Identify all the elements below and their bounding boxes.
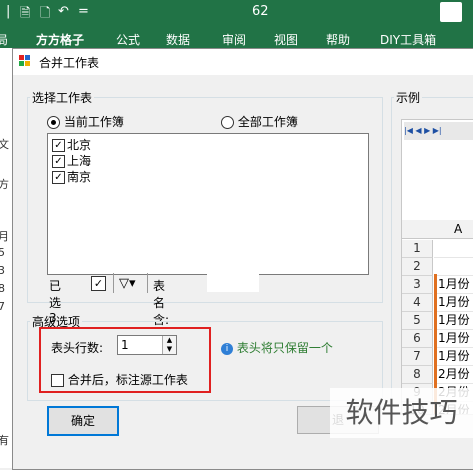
sheet-name: 上海: [67, 154, 92, 168]
mark-source-checkbox[interactable]: 合并后，标注源工作表: [51, 371, 188, 388]
sheet-fragment: 文: [0, 138, 9, 151]
current-workbook-radio[interactable]: 当前工作簿: [47, 113, 124, 130]
row-header: 8: [402, 366, 433, 384]
ok-button[interactable]: 确定: [47, 406, 119, 436]
example-sheet: |◀ ◀ ▶ ▶| A 1231月份41月份51月份61月份71月份82月份92…: [401, 119, 473, 415]
app-icon: [19, 55, 30, 66]
sheet-fragment: 3: [0, 264, 5, 277]
ribbon-tab[interactable]: 帮助: [326, 31, 350, 48]
ribbon-tab[interactable]: 局: [0, 31, 8, 48]
hint-text: 表头将只保留一个: [236, 341, 333, 355]
checkbox-checked-icon[interactable]: ✓: [52, 139, 65, 152]
menu-icon[interactable]: |: [6, 4, 10, 19]
sheet-cell: 1月份: [434, 294, 473, 312]
toolbar-divider: [147, 273, 148, 293]
stepper-down-icon[interactable]: ▼: [162, 345, 176, 354]
sheet-cell: 1月份: [434, 312, 473, 330]
radio-selected-icon: [47, 116, 60, 129]
all-workbooks-radio[interactable]: 全部工作簿: [221, 113, 298, 130]
sheet-name-filter-input[interactable]: [207, 274, 259, 292]
ribbon-tab[interactable]: DIY工具箱: [380, 31, 436, 48]
sheet-cell: [434, 240, 473, 258]
sheet-name: 北京: [67, 138, 92, 152]
window-title: 62: [252, 4, 269, 19]
row-header: 5: [402, 312, 433, 330]
dialog-title-bar: 合并工作表: [13, 49, 473, 75]
sheet-cell: [434, 258, 473, 276]
current-workbook-label: 当前工作簿: [63, 115, 124, 129]
header-rows-label: 表头行数:: [51, 341, 104, 355]
toolbar-divider: [113, 273, 114, 293]
sheet-list-item[interactable]: ✓ 北京: [52, 136, 91, 152]
sheet-fragment: 5: [0, 246, 5, 259]
sheet-cell: 1月份: [434, 348, 473, 366]
quick-access-dropdown-icon[interactable]: =: [78, 4, 89, 19]
sheet-cell: 1月份: [434, 276, 473, 294]
sheet-fragment: 月: [0, 230, 9, 243]
ribbon-tab[interactable]: 方方格子: [36, 31, 84, 48]
header-rows-value: 1: [121, 338, 129, 352]
sheet-list-item[interactable]: ✓ 南京: [52, 168, 91, 184]
row-header: 2: [402, 258, 433, 276]
radio-unselected-icon: [221, 116, 234, 129]
dialog-title: 合并工作表: [39, 56, 100, 70]
sheet-cell: 1月份: [434, 330, 473, 348]
ribbon-tab[interactable]: 公式: [116, 31, 140, 48]
row-header: 7: [402, 348, 433, 366]
header-rows-stepper[interactable]: 1 ▲ ▼: [117, 335, 177, 355]
column-header: A: [454, 222, 463, 236]
row-header: 6: [402, 330, 433, 348]
select-sheets-legend: 选择工作表: [32, 91, 93, 105]
info-icon: i: [221, 342, 233, 355]
checkbox-checked-icon[interactable]: ✓: [52, 155, 65, 168]
hint-row: i 表头将只保留一个: [221, 339, 333, 356]
ribbon-tab[interactable]: 视图: [274, 31, 298, 48]
sheet-fragment: 有: [0, 434, 9, 447]
sheet-list[interactable]: ✓ 北京 ✓ 上海 ✓ 南京: [47, 133, 369, 275]
mark-source-label: 合并后，标注源工作表: [67, 373, 188, 387]
watermark: 软件技巧: [330, 388, 473, 438]
filter-dropdown-icon[interactable]: ▽▾: [119, 276, 136, 291]
checkbox-checked-icon[interactable]: ✓: [52, 171, 65, 184]
sheet-name: 南京: [67, 170, 92, 184]
sheet-fragment: 8: [0, 282, 5, 295]
save-icon[interactable]: 🗎: [20, 4, 30, 26]
ribbon-tab[interactable]: 数据: [166, 31, 190, 48]
select-all-checkbox-icon[interactable]: ✓: [91, 276, 106, 291]
sheet-list-item[interactable]: ✓ 上海: [52, 152, 91, 168]
sheet-fragment: 方: [0, 178, 9, 191]
example-legend: 示例: [396, 91, 421, 105]
excel-logo-icon: [440, 2, 462, 22]
sheet-nav-arrows-icon: |◀ ◀ ▶ ▶|: [404, 122, 473, 140]
row-header: 1: [402, 240, 433, 258]
all-workbooks-label: 全部工作簿: [237, 115, 298, 129]
column-header-row: A: [402, 220, 473, 239]
ribbon-tabs: 局 方方格子 公式 数据 审阅 视图 帮助 DIY工具箱: [0, 26, 473, 48]
undo-icon[interactable]: ↶: [58, 4, 69, 19]
file-icon[interactable]: 🗋: [40, 4, 50, 26]
checkbox-unchecked-icon[interactable]: [51, 374, 64, 387]
ribbon-tab[interactable]: 审阅: [222, 31, 246, 48]
row-header: 4: [402, 294, 433, 312]
sheet-cell: 2月份: [434, 366, 473, 384]
row-header: 3: [402, 276, 433, 294]
excel-title-bar: | 🗎 🗋 ↶ = 62: [0, 0, 473, 26]
sheet-fragment: 7: [0, 300, 5, 313]
